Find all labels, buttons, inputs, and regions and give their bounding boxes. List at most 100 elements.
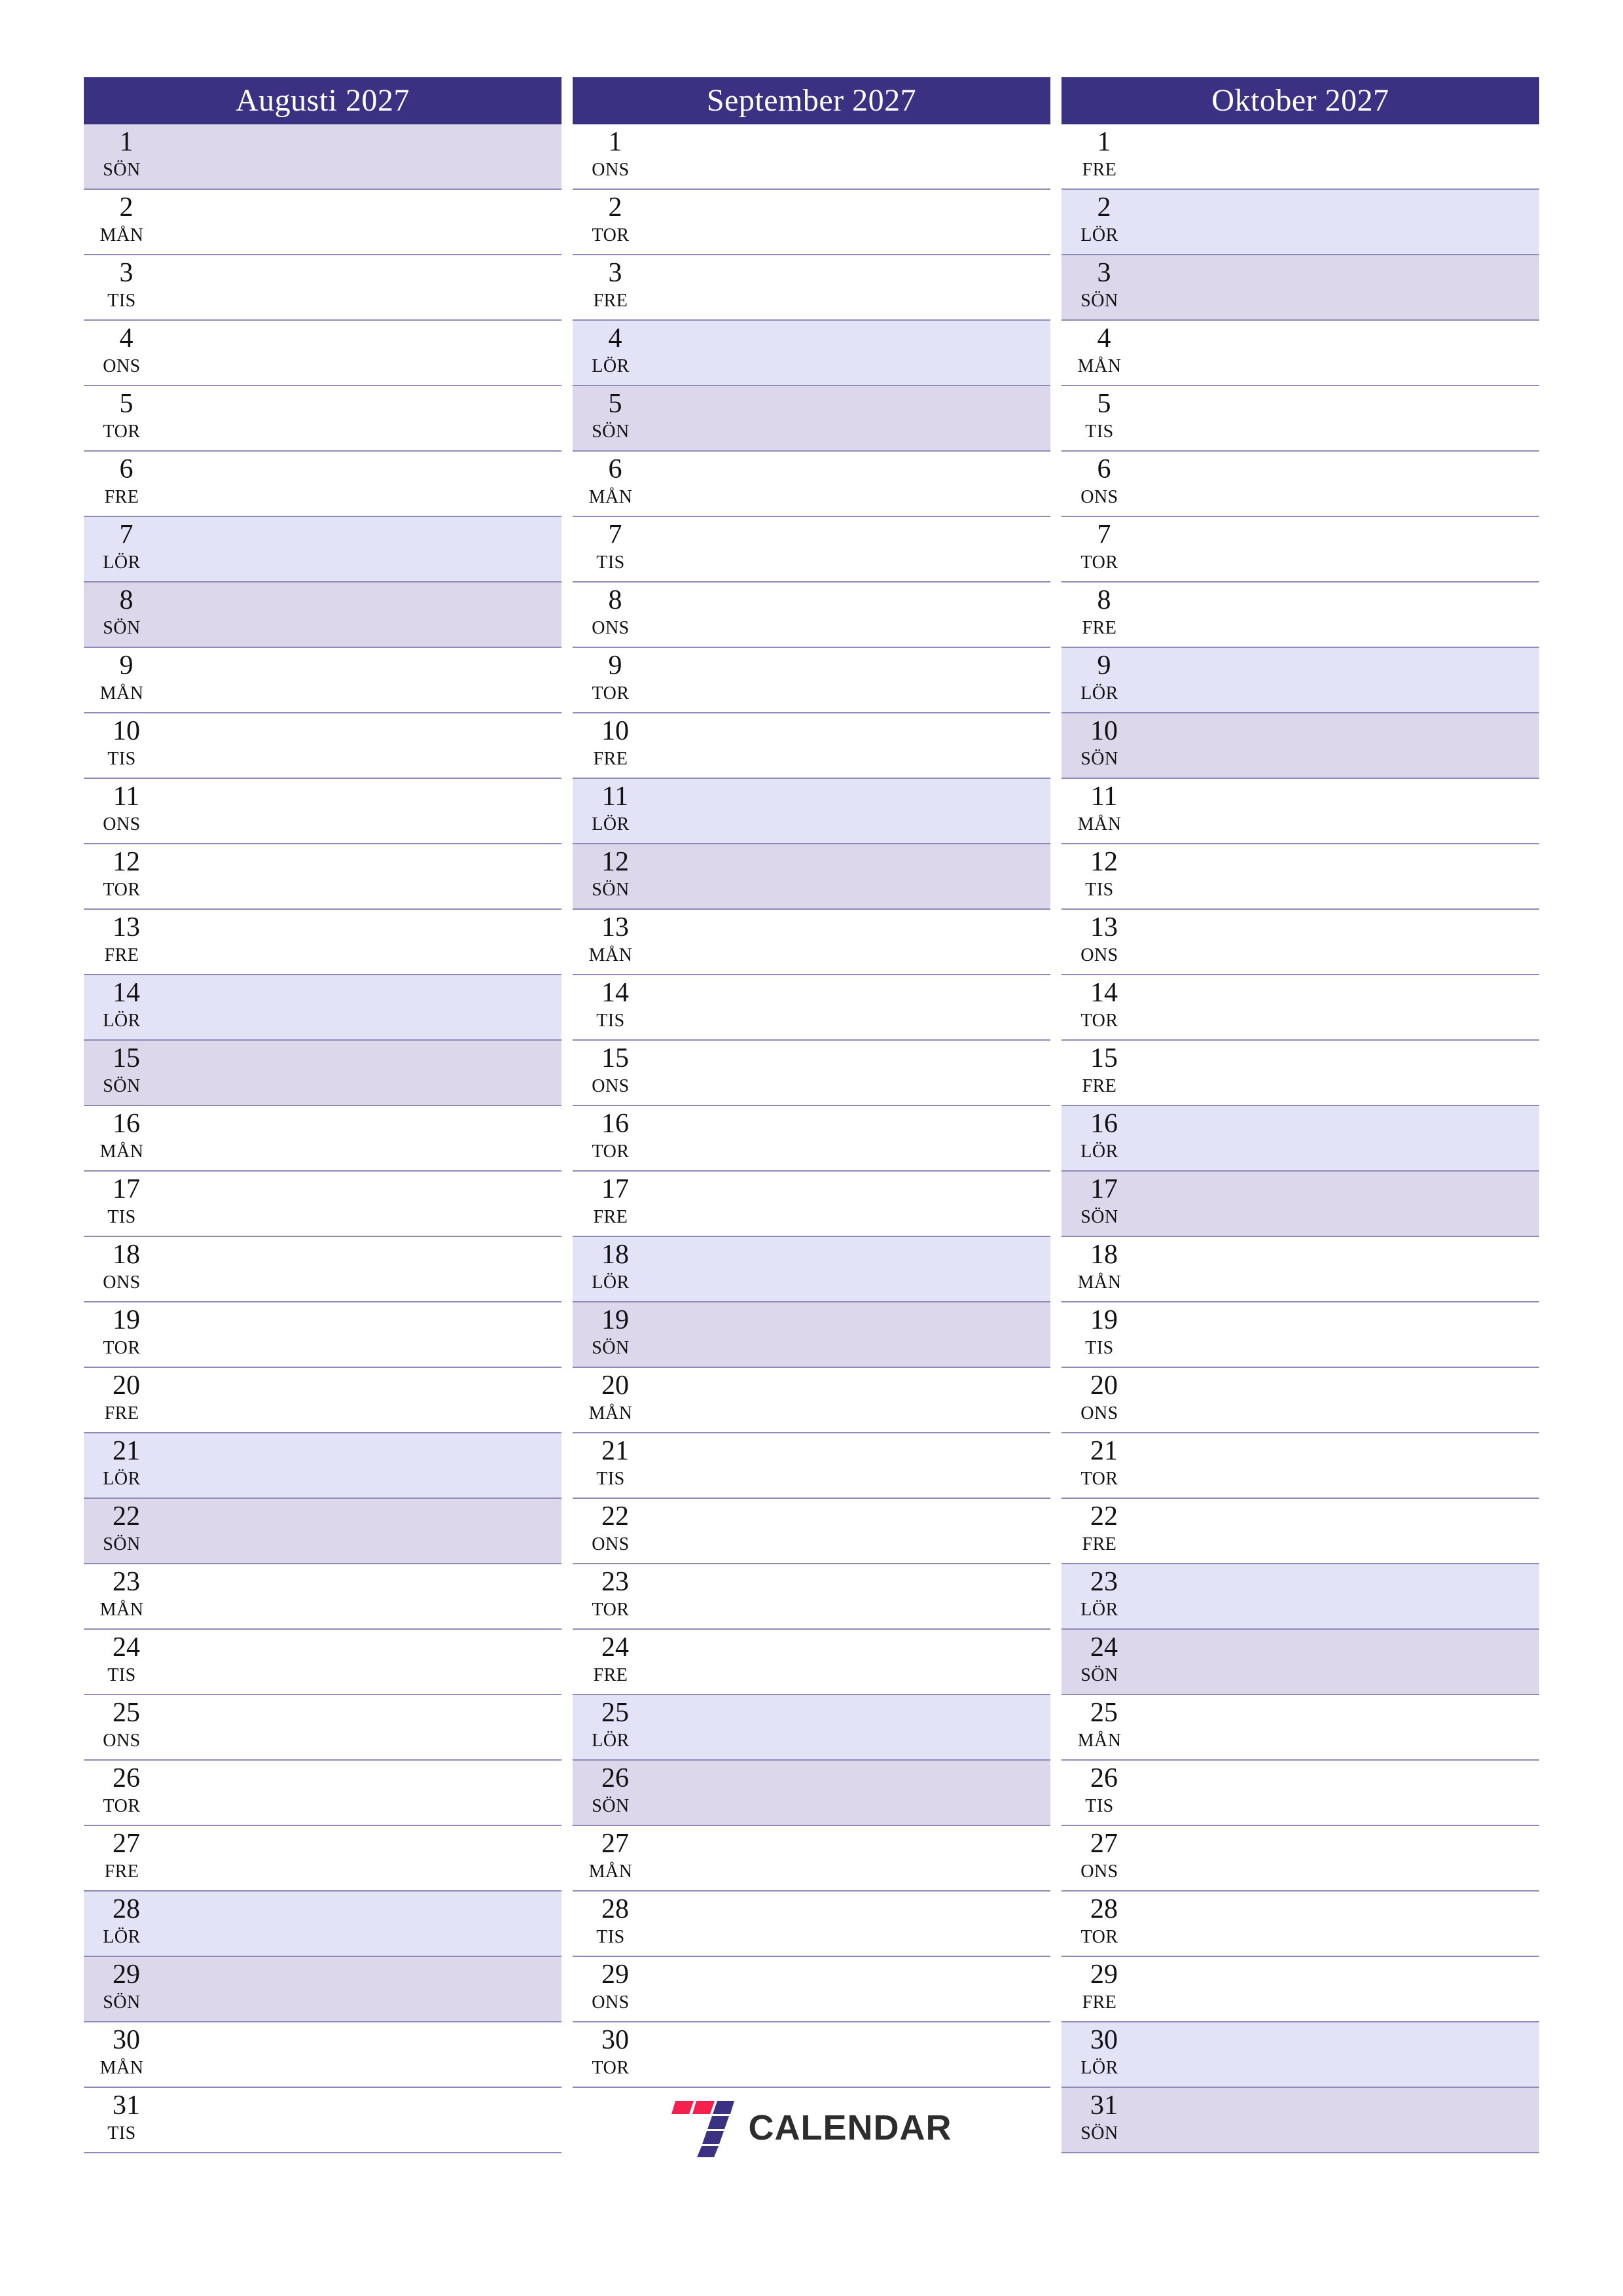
day-row[interactable]: 27 FRE	[84, 1826, 562, 1892]
day-row[interactable]: 18 LÖR	[573, 1237, 1050, 1302]
day-row[interactable]: 6 ONS	[1061, 452, 1539, 517]
day-list: 1 SÖN 2 MÅN 3 TIS 4 ONS 5 TOR 6 FRE 7 LÖR 8 SÖN 9 MÅN 10 TI…	[84, 124, 562, 2153]
day-row[interactable]: 25 ONS	[84, 1695, 562, 1761]
day-row[interactable]: 25 LÖR	[573, 1695, 1050, 1761]
day-row[interactable]: 23 MÅN	[84, 1564, 562, 1630]
day-row[interactable]: 5 SÖN	[573, 386, 1050, 452]
day-row[interactable]: 1 FRE	[1061, 124, 1539, 190]
day-number: 6	[1097, 454, 1111, 484]
day-row[interactable]: 12 SÖN	[573, 844, 1050, 910]
day-row[interactable]: 15 SÖN	[84, 1041, 562, 1106]
day-row[interactable]: 14 LÖR	[84, 975, 562, 1041]
day-weekday-label: TIS	[1085, 422, 1114, 442]
day-row[interactable]: 18 MÅN	[1061, 1237, 1539, 1302]
day-row[interactable]: 8 FRE	[1061, 583, 1539, 648]
day-row[interactable]: 23 LÖR	[1061, 1564, 1539, 1630]
day-row[interactable]: 9 LÖR	[1061, 648, 1539, 713]
day-row[interactable]: 11 LÖR	[573, 779, 1050, 844]
day-weekday-label: TIS	[596, 552, 625, 573]
day-row[interactable]: 31 SÖN	[1061, 2088, 1539, 2153]
day-row[interactable]: 10 SÖN	[1061, 713, 1539, 779]
day-row[interactable]: 3 TIS	[84, 255, 562, 321]
day-row[interactable]: 6 MÅN	[573, 452, 1050, 517]
day-row[interactable]: 5 TIS	[1061, 386, 1539, 452]
day-row[interactable]: 13 ONS	[1061, 910, 1539, 975]
day-row[interactable]: 24 TIS	[84, 1630, 562, 1695]
day-row[interactable]: 30 MÅN	[84, 2022, 562, 2088]
day-weekday-label: TIS	[1085, 1796, 1114, 1816]
day-row[interactable]: 19 SÖN	[573, 1302, 1050, 1368]
day-row[interactable]: 12 TOR	[84, 844, 562, 910]
day-row[interactable]: 26 TOR	[84, 1761, 562, 1826]
day-row[interactable]: 2 LÖR	[1061, 190, 1539, 255]
day-row[interactable]: 29 SÖN	[84, 1957, 562, 2022]
day-row[interactable]: 11 ONS	[84, 779, 562, 844]
day-row[interactable]: 16 TOR	[573, 1106, 1050, 1172]
day-row[interactable]: 26 TIS	[1061, 1761, 1539, 1826]
day-row[interactable]: 13 MÅN	[573, 910, 1050, 975]
day-row[interactable]: 1 ONS	[573, 124, 1050, 190]
day-row[interactable]: 4 LÖR	[573, 321, 1050, 386]
day-row[interactable]: 30 TOR	[573, 2022, 1050, 2088]
day-row[interactable]: 10 TIS	[84, 713, 562, 779]
day-row[interactable]: 8 SÖN	[84, 583, 562, 648]
day-row[interactable]: 22 FRE	[1061, 1499, 1539, 1564]
day-row[interactable]: 15 FRE	[1061, 1041, 1539, 1106]
day-row[interactable]: 21 TOR	[1061, 1433, 1539, 1499]
day-row[interactable]: 28 TIS	[573, 1892, 1050, 1957]
day-row[interactable]: 15 ONS	[573, 1041, 1050, 1106]
day-row[interactable]: 9 TOR	[573, 648, 1050, 713]
day-row[interactable]: 23 TOR	[573, 1564, 1050, 1630]
day-row[interactable]: 4 ONS	[84, 321, 562, 386]
day-row[interactable]: 30 LÖR	[1061, 2022, 1539, 2088]
day-row[interactable]: 18 ONS	[84, 1237, 562, 1302]
day-row[interactable]: 20 MÅN	[573, 1368, 1050, 1433]
day-row[interactable]: 16 LÖR	[1061, 1106, 1539, 1172]
day-row[interactable]: 12 TIS	[1061, 844, 1539, 910]
day-row[interactable]: 14 TIS	[573, 975, 1050, 1041]
day-row[interactable]: 17 FRE	[573, 1172, 1050, 1237]
day-row[interactable]: 26 SÖN	[573, 1761, 1050, 1826]
day-weekday-label: ONS	[103, 356, 141, 376]
day-row[interactable]: 2 TOR	[573, 190, 1050, 255]
day-row[interactable]: 29 ONS	[573, 1957, 1050, 2022]
day-row[interactable]: 10 FRE	[573, 713, 1050, 779]
day-row[interactable]: 24 FRE	[573, 1630, 1050, 1695]
day-row[interactable]: 4 MÅN	[1061, 321, 1539, 386]
day-row[interactable]: 22 SÖN	[84, 1499, 562, 1564]
day-weekday-label: TOR	[103, 1338, 141, 1358]
day-row[interactable]: 14 TOR	[1061, 975, 1539, 1041]
day-row[interactable]: 28 TOR	[1061, 1892, 1539, 1957]
day-row[interactable]: 27 ONS	[1061, 1826, 1539, 1892]
day-row[interactable]: 24 SÖN	[1061, 1630, 1539, 1695]
day-row[interactable]: 16 MÅN	[84, 1106, 562, 1172]
day-row[interactable]: 7 TIS	[573, 517, 1050, 583]
day-number: 27	[1090, 1829, 1118, 1859]
day-row[interactable]: 2 MÅN	[84, 190, 562, 255]
day-row[interactable]: 28 LÖR	[84, 1892, 562, 1957]
day-row[interactable]: 25 MÅN	[1061, 1695, 1539, 1761]
day-row[interactable]: 27 MÅN	[573, 1826, 1050, 1892]
day-row[interactable]: 29 FRE	[1061, 1957, 1539, 2022]
day-row[interactable]: 3 SÖN	[1061, 255, 1539, 321]
day-row[interactable]: 9 MÅN	[84, 648, 562, 713]
day-row[interactable]: 11 MÅN	[1061, 779, 1539, 844]
day-row[interactable]: 17 TIS	[84, 1172, 562, 1237]
day-row[interactable]: 7 LÖR	[84, 517, 562, 583]
day-row[interactable]: 6 FRE	[84, 452, 562, 517]
day-row[interactable]: 17 SÖN	[1061, 1172, 1539, 1237]
day-row[interactable]: 22 ONS	[573, 1499, 1050, 1564]
day-row[interactable]: 21 LÖR	[84, 1433, 562, 1499]
day-row[interactable]: 7 TOR	[1061, 517, 1539, 583]
day-row[interactable]: 13 FRE	[84, 910, 562, 975]
day-row[interactable]: 20 FRE	[84, 1368, 562, 1433]
day-row[interactable]: 31 TIS	[84, 2088, 562, 2153]
day-row[interactable]: 3 FRE	[573, 255, 1050, 321]
day-row[interactable]: 20 ONS	[1061, 1368, 1539, 1433]
day-row[interactable]: 5 TOR	[84, 386, 562, 452]
day-row[interactable]: 19 TOR	[84, 1302, 562, 1368]
day-row[interactable]: 21 TIS	[573, 1433, 1050, 1499]
day-row[interactable]: 19 TIS	[1061, 1302, 1539, 1368]
day-row[interactable]: 1 SÖN	[84, 124, 562, 190]
day-row[interactable]: 8 ONS	[573, 583, 1050, 648]
